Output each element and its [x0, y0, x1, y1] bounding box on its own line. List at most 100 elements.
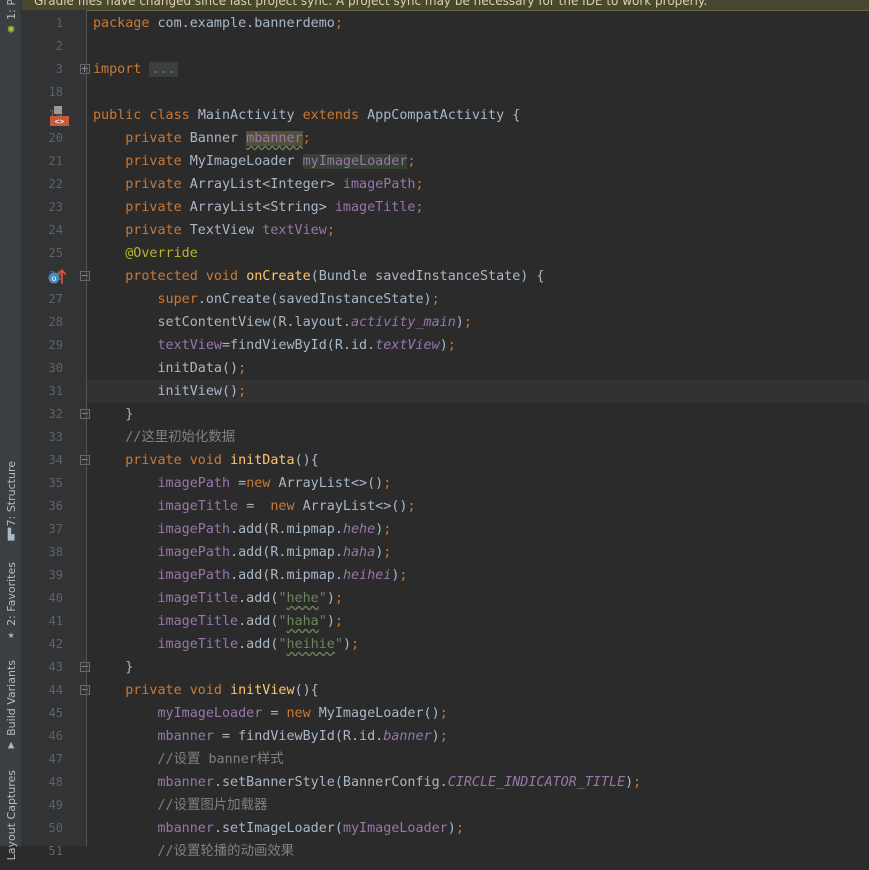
layout-icon[interactable]: <>	[50, 106, 69, 126]
code-text: myImageLoader = new MyImageLoader();	[93, 702, 448, 725]
code-line[interactable]: myImageLoader = new MyImageLoader();	[87, 702, 869, 725]
code-line[interactable]	[87, 81, 869, 104]
code-line[interactable]: imageTitle.add("heihie");	[87, 633, 869, 656]
code-line[interactable]: imagePath.add(R.mipmap.hehe);	[87, 518, 869, 541]
code-token: ;	[439, 729, 448, 744]
code-line[interactable]: @Override	[87, 242, 869, 265]
code-line[interactable]: //设置图片加载器	[87, 794, 869, 817]
line-number: 22	[48, 177, 63, 191]
line-number: 34	[48, 453, 63, 467]
code-line[interactable]: imagePath.add(R.mipmap.heihei);	[87, 564, 869, 587]
code-line[interactable]: super.onCreate(savedInstanceState);	[87, 288, 869, 311]
tool-window-layout-captures[interactable]: Layout Captures	[2, 770, 20, 870]
code-line[interactable]: private ArrayList<String> imageTitle;	[87, 196, 869, 219]
code-token: mbanner	[246, 131, 303, 146]
tool-window-structure[interactable]: 7: Structure ▙	[2, 460, 20, 540]
line-number: 39	[48, 568, 63, 582]
code-token: "	[278, 591, 287, 606]
code-line[interactable]: mbanner.setBannerStyle(BannerConfig.CIRC…	[87, 771, 869, 794]
code-editor[interactable]: package com.example.bannerdemo; import ..…	[87, 10, 869, 859]
code-token: TextView	[189, 223, 263, 238]
code-line[interactable]: initView();	[87, 380, 869, 403]
code-token: private	[125, 154, 190, 169]
code-line[interactable]: imageTitle.add("haha");	[87, 610, 869, 633]
tool-window-favorites[interactable]: 2: Favorites ★	[2, 560, 20, 640]
code-line[interactable]: initData();	[87, 357, 869, 380]
code-text: //设置图片加载器	[93, 794, 268, 817]
code-line[interactable]: import ...	[87, 58, 869, 81]
code-line[interactable]	[87, 35, 869, 58]
code-token: new	[286, 706, 319, 721]
code-token: .setImageLoader(	[213, 821, 343, 836]
code-line[interactable]: //设置轮播的动画效果	[87, 840, 869, 863]
line-number: 37	[48, 522, 63, 536]
code-text: public class MainActivity extends AppCom…	[93, 104, 520, 127]
code-text: imageTitle = new ArrayList<>();	[93, 495, 416, 518]
code-text: imagePath.add(R.mipmap.heihei);	[93, 564, 408, 587]
code-token: ;	[334, 614, 343, 629]
code-token: "	[278, 637, 287, 652]
code-line[interactable]: mbanner.setImageLoader(myImageLoader);	[87, 817, 869, 840]
code-line[interactable]: imageTitle = new ArrayList<>();	[87, 495, 869, 518]
code-line[interactable]: }	[87, 656, 869, 679]
code-line[interactable]: protected void onCreate(Bundle savedInst…	[87, 265, 869, 288]
override-icon[interactable]: o	[48, 268, 68, 285]
code-line[interactable]: //这里初始化数据	[87, 426, 869, 449]
tool-window-build-variants[interactable]: Build Variants ▲	[2, 658, 20, 750]
editor-gutter[interactable]: 1231819<>20212223242526o2728293031323334…	[22, 10, 90, 858]
code-token: "	[278, 614, 287, 629]
code-text: private void initView(){	[93, 679, 319, 702]
code-text: }	[93, 403, 133, 426]
code-token: @Override	[125, 246, 198, 261]
code-token: =	[270, 706, 287, 721]
code-token: haha	[342, 545, 376, 560]
code-text: textView=findViewById(R.id.textView);	[93, 334, 456, 357]
code-line[interactable]: private ArrayList<Integer> imagePath;	[87, 173, 869, 196]
code-line[interactable]: }	[87, 403, 869, 426]
code-line[interactable]: private TextView textView;	[87, 219, 869, 242]
code-token: }	[93, 407, 134, 422]
code-line[interactable]: public class MainActivity extends AppCom…	[87, 104, 869, 127]
code-text: imageTitle.add("heihie");	[93, 633, 360, 656]
code-line[interactable]: private MyImageLoader myImageLoader;	[87, 150, 869, 173]
code-line[interactable]: mbanner = findViewById(R.id.banner);	[87, 725, 869, 748]
line-number: 42	[48, 637, 63, 651]
line-number: 50	[48, 821, 63, 835]
code-line[interactable]: package com.example.bannerdemo;	[87, 12, 869, 35]
code-token: activity_main	[350, 315, 456, 330]
code-text: //这里初始化数据	[93, 426, 235, 449]
code-line[interactable]: setContentView(R.layout.activity_main);	[87, 311, 869, 334]
code-text: imagePath =new ArrayList<>();	[93, 472, 392, 495]
code-token: mbanner	[157, 775, 214, 790]
code-line[interactable]: imagePath.add(R.mipmap.haha);	[87, 541, 869, 564]
code-token: ;	[447, 338, 456, 353]
code-line[interactable]: textView=findViewById(R.id.textView);	[87, 334, 869, 357]
code-token: .add(	[238, 614, 279, 629]
code-token: imagePath	[157, 545, 231, 560]
code-text: private ArrayList<String> imageTitle;	[93, 196, 423, 219]
code-line[interactable]: private Banner mbanner;	[87, 127, 869, 150]
code-token: ;	[334, 16, 343, 31]
tool-window-project[interactable]: 1: P ◉	[2, 0, 20, 34]
code-token: imagePath	[157, 522, 231, 537]
code-line[interactable]: imageTitle.add("hehe");	[87, 587, 869, 610]
code-line[interactable]: imagePath =new ArrayList<>();	[87, 472, 869, 495]
code-token: myImageLoader	[342, 821, 448, 836]
line-number: 43	[48, 660, 63, 674]
code-line[interactable]: //设置 banner样式	[87, 748, 869, 771]
tool-window-label: 2: Favorites	[4, 562, 18, 626]
code-text: imagePath.add(R.mipmap.haha);	[93, 541, 392, 564]
code-token: ;	[326, 223, 335, 238]
line-number: 47	[48, 752, 63, 766]
code-line[interactable]: private void initView(){	[87, 679, 869, 702]
code-line[interactable]: private void initData(){	[87, 449, 869, 472]
